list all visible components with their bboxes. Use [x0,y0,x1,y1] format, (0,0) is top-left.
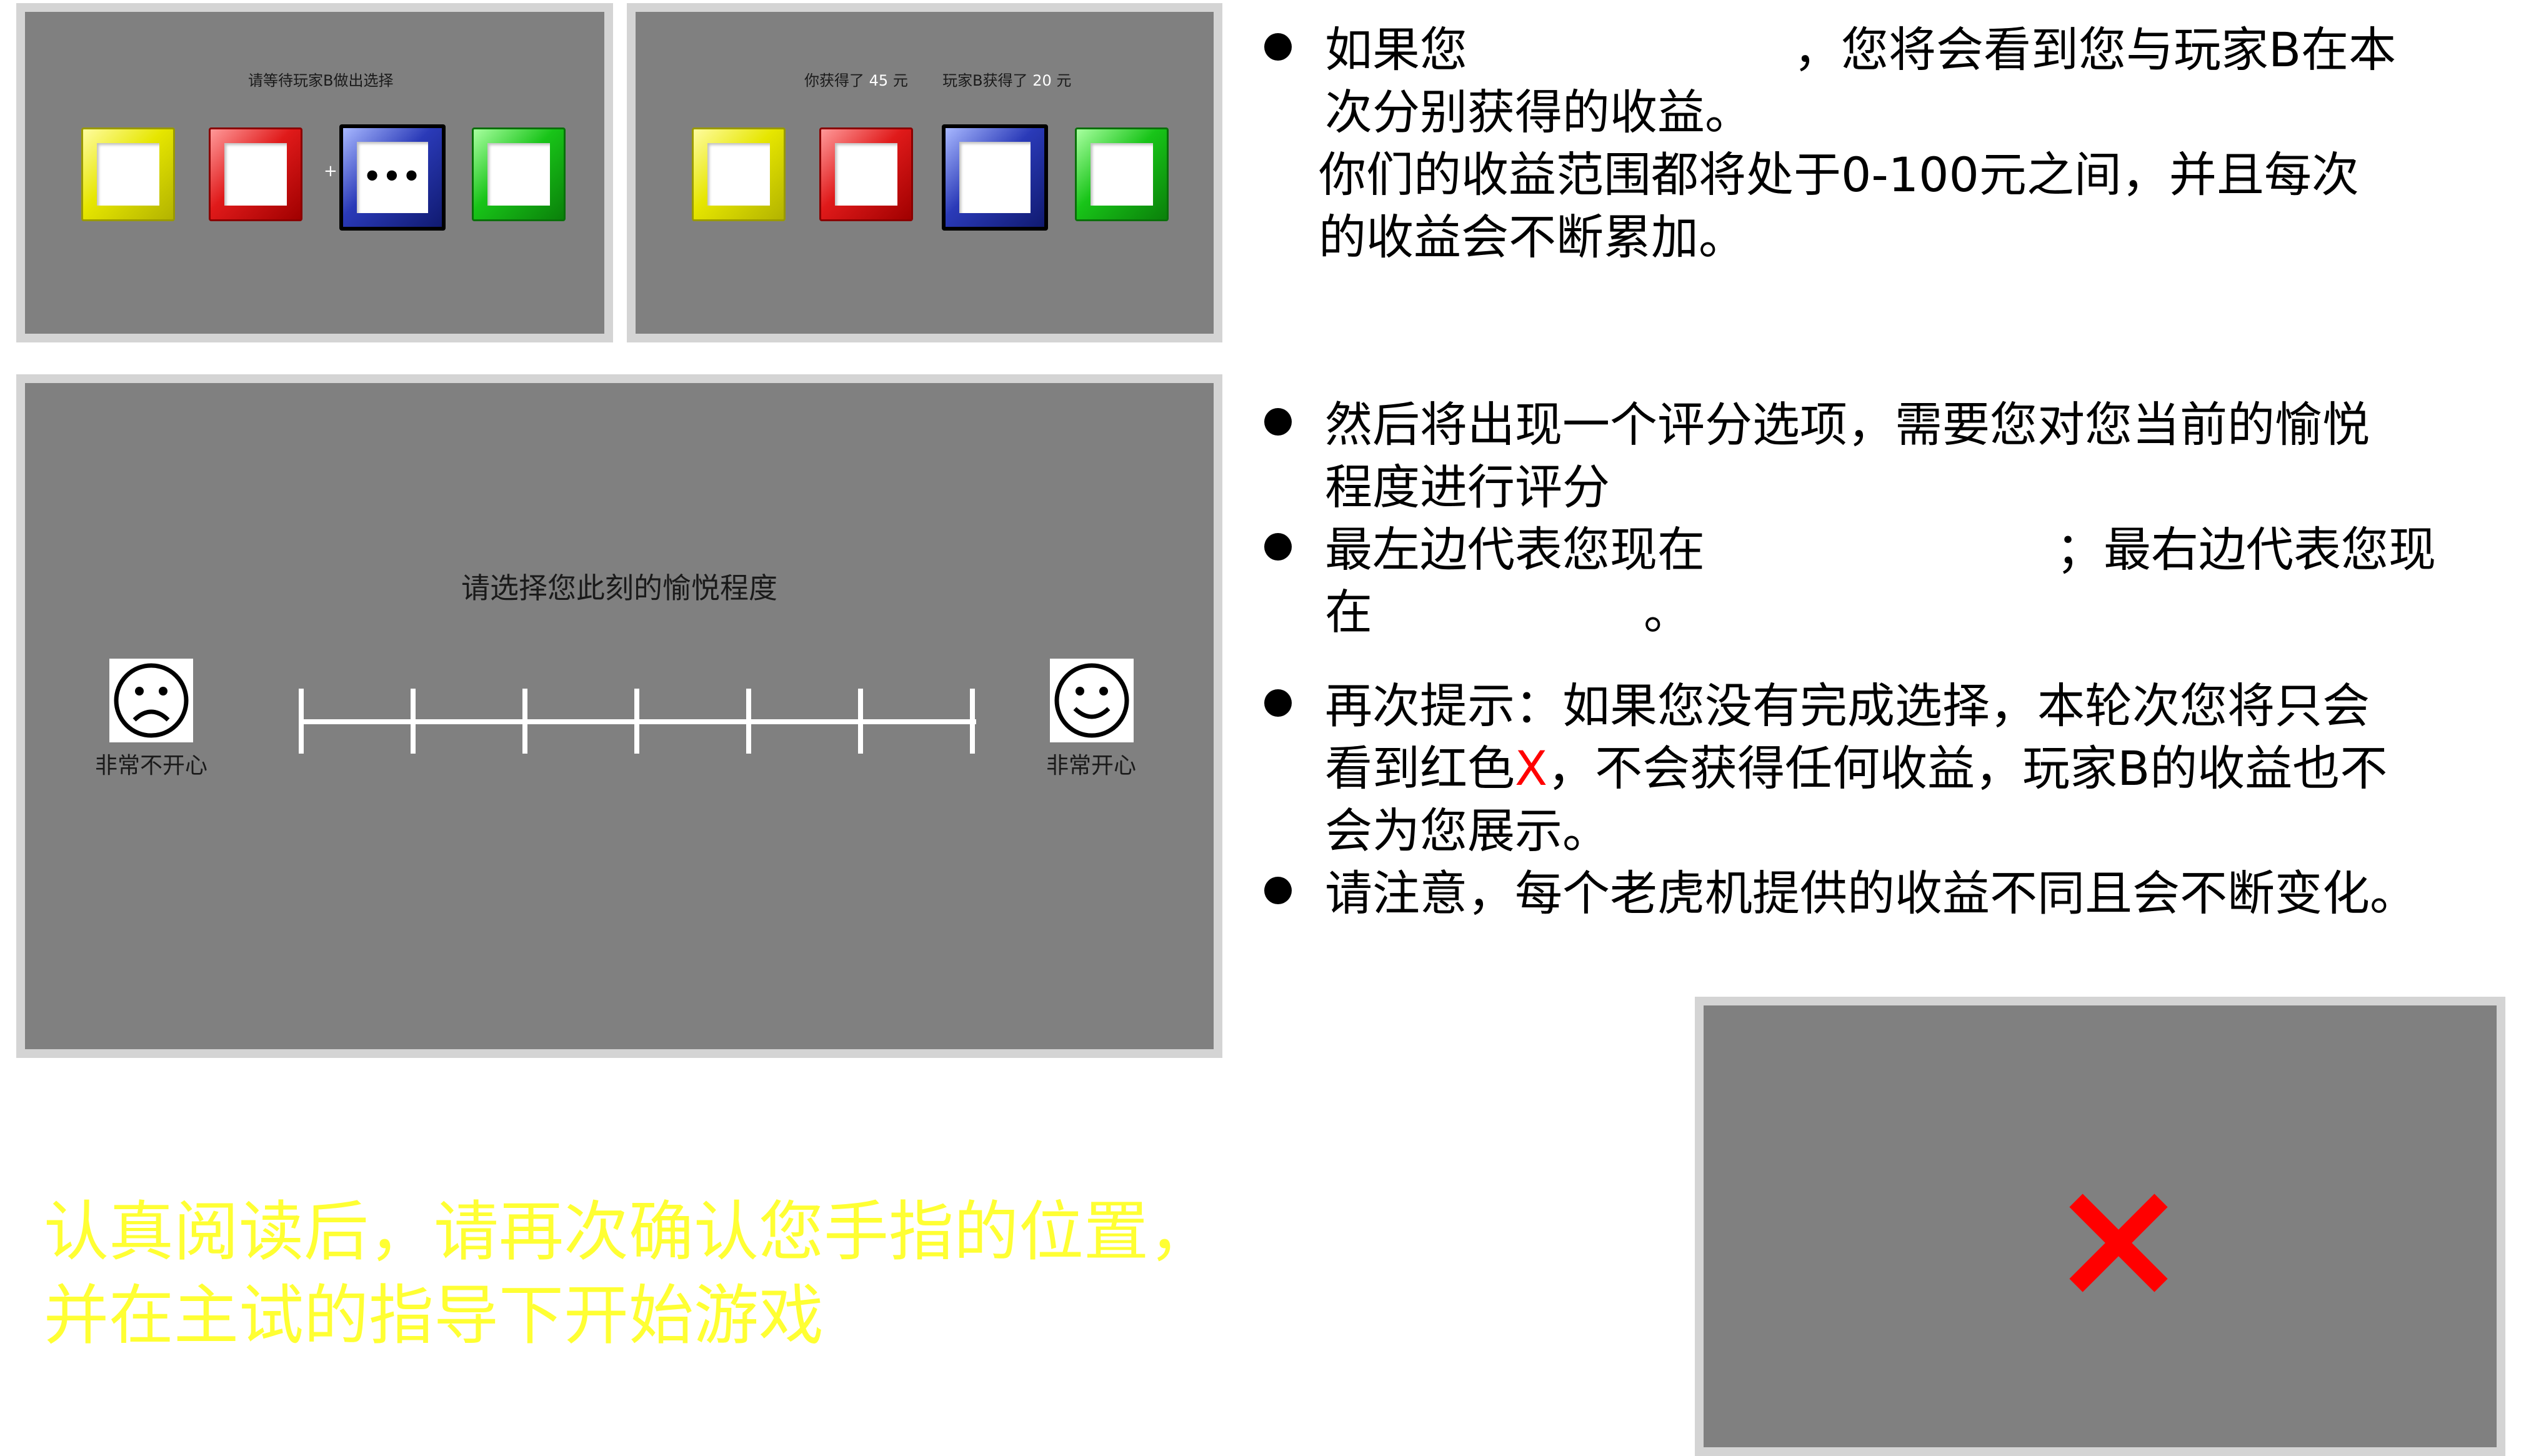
instruction-4-line-2a: 看到红色 [1325,740,1515,796]
rating-title: 请选择您此刻的愉悦程度 [461,571,777,605]
instruction-4-line-1: 再次提示：如果您没有完成选择，本轮次您将只会 [1325,678,2370,734]
instruction-4-line-3: 会为您展示。 [1325,803,1610,859]
confirm-message: 认真阅读后，请再次确认您手指的位置， 并在主试的指导下开始游戏 [44,1190,1214,1357]
bullet-5 [1264,877,1292,904]
scale-tick[interactable] [411,689,416,754]
instruction-1-line-2: 次分别获得的收益。 [1325,84,1752,140]
sad-face-icon-graphic [114,663,189,738]
red-x-icon [2069,1194,2168,1292]
instruction-4-line-2: 看到红色X，不会获得任何收益，玩家B的收益也不 [1325,737,2387,800]
result-screen-panel: 你获得了 45 元 玩家B获得了 20 元 [627,3,1222,342]
you-earned-value: 45 [869,72,889,89]
left-scale-label: 非常不开心 [95,753,208,779]
instruction-1-line-3: 你们的收益范围都将处于0-100元之间，并且每次 [1319,147,2359,202]
instruction-2-line-1: 然后将出现一个评分选项，需要您对您当前的愉悦 [1325,397,2370,452]
instruction-1-line-1b: ，您将会看到您与玩家B在本 [1794,22,2397,77]
slot-machine-blue-selected[interactable] [942,124,1048,231]
instruction-4-line-2b: ，不会获得任何收益，玩家B的收益也不 [1547,740,2388,796]
rating-screen-panel: 请选择您此刻的愉悦程度 非常不开心 非常开心 [16,374,1222,1058]
waiting-dots: ••• [362,159,422,193]
happy-face-icon-graphic [1054,663,1129,738]
slot-machine-blue-selected[interactable]: ••• [339,124,446,231]
sad-face-icon [109,659,193,742]
confirm-line-2: 并在主试的指导下开始游戏 [44,1277,824,1354]
right-scale-label: 非常开心 [1046,753,1137,779]
red-x-text: X [1515,740,1548,796]
instruction-1-line-4: 的收益会不断累加。 [1319,209,1746,265]
slot-machine-yellow[interactable] [81,127,175,221]
slot-machine-green[interactable] [1075,127,1169,221]
bullet-2 [1264,408,1292,436]
fixation-plus: + [324,162,337,181]
no-choice-screen-panel [1695,997,2505,1456]
slot-machine-green[interactable] [472,127,566,221]
result-text: 你获得了 45 元 玩家B获得了 20 元 [804,68,1071,90]
instruction-3-line-2b: 。 [1644,584,1691,640]
scale-tick[interactable] [634,689,639,754]
b-earned-prefix: 玩家B获得了 [942,72,1028,89]
slot-machine-red[interactable] [209,127,302,221]
slot-machine-red[interactable] [819,127,913,221]
confirm-line-1: 认真阅读后，请再次确认您手指的位置， [44,1194,1214,1270]
instruction-5-line-1: 请注意，每个老虎机提供的收益不同且会不断变化。 [1325,865,2417,921]
you-earned-prefix: 你获得了 [804,72,864,89]
bullet-4 [1264,689,1292,717]
waiting-screen-panel: 请等待玩家B做出选择 + ••• [16,3,613,342]
bullet-3 [1264,533,1292,561]
instruction-1-line-1a: 如果您 [1325,22,1467,77]
happy-face-icon [1050,659,1134,742]
scale-tick[interactable] [522,689,527,754]
b-earned-value: 20 [1032,72,1052,89]
instruction-2-line-2: 程度进行评分 [1325,459,1610,515]
scale-tick[interactable] [746,689,751,754]
bullet-1 [1264,33,1292,61]
scale-tick[interactable] [970,689,975,754]
you-earned-unit: 元 [892,72,908,89]
scale-tick[interactable] [299,689,304,754]
instruction-3-line-1b: ；最右边代表您现 [2056,522,2436,577]
waiting-prompt: 请等待玩家B做出选择 [248,72,394,89]
instruction-3-line-2a: 在 [1325,584,1372,640]
scale-tick[interactable] [858,689,863,754]
b-earned-unit: 元 [1056,72,1072,89]
slot-machine-yellow[interactable] [692,127,786,221]
instruction-3-line-1a: 最左边代表您现在 [1325,522,1705,577]
